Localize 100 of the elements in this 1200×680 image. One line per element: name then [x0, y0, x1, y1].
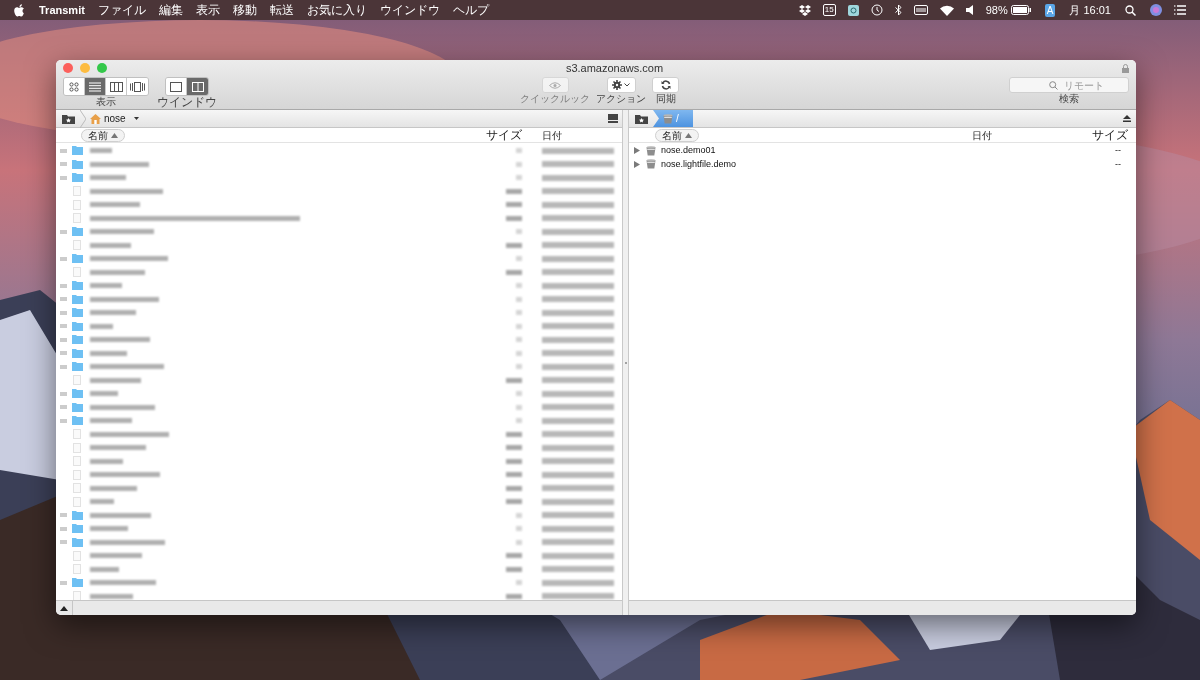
redacted-disclosure: [59, 283, 67, 288]
column-header-name[interactable]: 名前: [81, 128, 125, 142]
folder-icon: [71, 159, 83, 169]
redacted-size: [516, 337, 522, 343]
search-field[interactable]: リモート: [1009, 77, 1129, 93]
redacted-size: [506, 458, 522, 464]
eject-icon[interactable]: [1123, 115, 1131, 122]
column-header-date[interactable]: 日付: [972, 127, 992, 143]
file-icon: [73, 496, 81, 507]
redacted-date: [542, 485, 614, 492]
redacted-date: [542, 377, 614, 384]
calendar-day[interactable]: 15: [822, 4, 836, 16]
menu-item[interactable]: 移動: [232, 1, 257, 19]
redacted-size: [516, 391, 522, 397]
file-icon: [73, 213, 81, 224]
search-icon[interactable]: [1125, 4, 1136, 16]
app-status-icon[interactable]: [847, 4, 859, 16]
display-icon[interactable]: [913, 5, 928, 15]
apple-logo-icon[interactable]: [14, 3, 25, 17]
action-menu-button[interactable]: [606, 77, 636, 93]
favorites-folder-icon[interactable]: [61, 113, 75, 124]
redacted-date: [542, 539, 614, 546]
app-menu[interactable]: Transmit: [39, 1, 85, 19]
wifi-icon[interactable]: [939, 4, 954, 16]
menu-item[interactable]: お気に入り: [306, 1, 367, 19]
dropbox-icon[interactable]: [798, 4, 811, 16]
redacted-size: [516, 256, 522, 262]
redacted-size: [506, 242, 522, 248]
bucket-name[interactable]: nose.demo01: [661, 144, 716, 158]
home-icon: [90, 113, 101, 124]
sync-button[interactable]: [652, 77, 679, 93]
battery-percentage[interactable]: 98%: [985, 1, 1008, 19]
list-icon: [89, 81, 101, 92]
view-toggle[interactable]: [106, 78, 127, 95]
grid-icon: [69, 81, 79, 92]
view-toggle[interactable]: [85, 78, 106, 95]
bucket-name[interactable]: nose.lightfile.demo: [661, 157, 737, 171]
cover-flow-icon: [130, 81, 145, 92]
column-header-name[interactable]: 名前: [655, 128, 699, 142]
folder-icon: [71, 389, 83, 399]
menu-item[interactable]: ウインドウ: [379, 1, 440, 19]
redacted-size: [506, 431, 522, 437]
close-button[interactable]: [63, 63, 73, 73]
menu-item[interactable]: ヘルプ: [452, 1, 489, 19]
siri-icon[interactable]: [1150, 4, 1162, 16]
folder-icon: [71, 402, 83, 412]
history-clock-icon[interactable]: [870, 4, 883, 16]
bluetooth-icon[interactable]: [894, 4, 902, 16]
redacted-name: [90, 553, 142, 559]
volume-icon[interactable]: [965, 5, 974, 15]
menu-item[interactable]: 転送: [269, 1, 294, 19]
redacted-name: [90, 296, 159, 302]
columns-icon: [109, 81, 123, 92]
menu-item[interactable]: 編集: [158, 1, 183, 19]
sync-label: 同期: [655, 93, 676, 104]
menu-item[interactable]: ファイル: [97, 1, 146, 19]
path-segment[interactable]: nose: [90, 111, 126, 126]
redacted-name: [90, 566, 119, 572]
file-icon: [73, 564, 81, 575]
view-toggle[interactable]: [127, 78, 148, 95]
redacted-disclosure: [59, 229, 67, 234]
redacted-name: [90, 350, 127, 356]
redacted-size: [506, 593, 522, 599]
file-icon: [73, 240, 81, 251]
bucket-icon: [663, 113, 673, 124]
redacted-name: [90, 391, 118, 397]
clock[interactable]: 月 16:01: [1069, 1, 1111, 19]
redacted-date: [542, 566, 614, 573]
redacted-date: [542, 417, 614, 424]
favorites-folder-icon[interactable]: [634, 113, 648, 124]
bucket-icon: [646, 145, 656, 156]
redacted-date: [542, 269, 614, 276]
redacted-date: [542, 404, 614, 411]
column-header-size[interactable]: サイズ: [486, 128, 522, 142]
column-header-size[interactable]: サイズ: [1092, 128, 1128, 142]
dropdown-arrow-icon[interactable]: [133, 117, 139, 120]
redacted-size: [516, 161, 522, 167]
view-toggle[interactable]: [187, 78, 208, 95]
notification-list-icon[interactable]: [1174, 5, 1186, 15]
folder-icon: [71, 308, 83, 318]
column-header-date[interactable]: 日付: [542, 127, 622, 143]
redacted-name: [90, 404, 155, 410]
battery-icon[interactable]: [1010, 5, 1031, 15]
bucket-icon: [646, 159, 656, 170]
folder-icon: [71, 173, 83, 183]
redacted-name: [90, 175, 126, 181]
search-icon: [1049, 81, 1058, 90]
drive-icon[interactable]: [608, 114, 618, 123]
redacted-date: [542, 512, 614, 519]
sort-ascending-icon: [111, 132, 118, 138]
view-toggle[interactable]: [166, 78, 187, 95]
folder-icon: [71, 227, 83, 237]
window-label: ウインドウ: [157, 96, 217, 108]
single-pane-icon: [170, 81, 182, 92]
search-label: 検索: [1059, 93, 1079, 104]
refresh-icon: [660, 80, 671, 90]
menu-item[interactable]: 表示: [195, 1, 220, 19]
window-title: s3.amazonaws.com: [565, 60, 664, 76]
gear-icon: [612, 80, 622, 90]
view-toggle[interactable]: [64, 78, 85, 95]
